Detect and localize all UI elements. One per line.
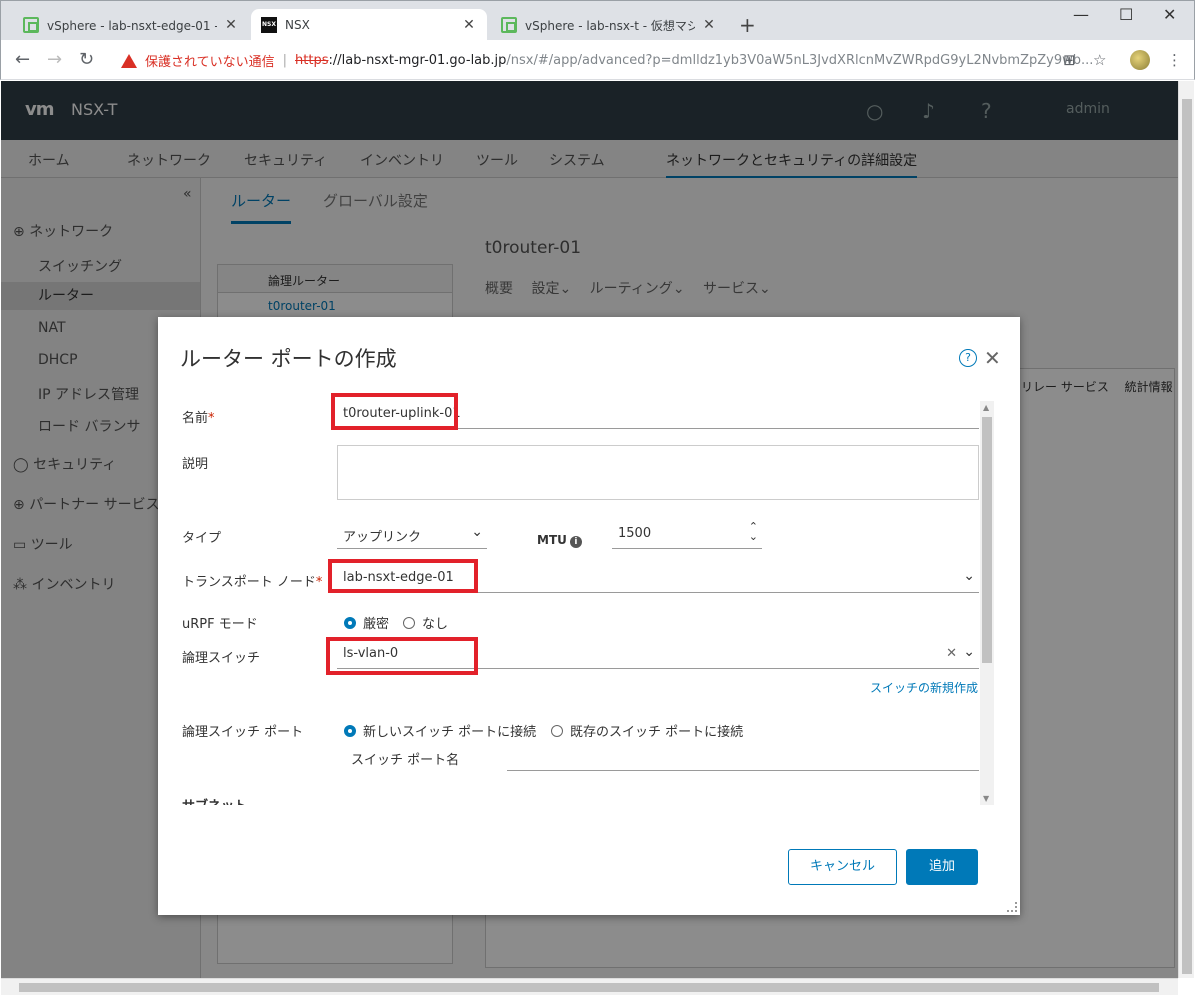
ls-port-new-label: 新しいスイッチ ポートに接続 [363, 725, 537, 740]
tab-title: NSX [285, 18, 310, 32]
ls-port-existing-radio[interactable]: 既存のスイッチ ポートに接続 [551, 721, 743, 740]
close-icon[interactable]: ✕ [701, 17, 717, 33]
create-new-switch-link[interactable]: スイッチの新規作成 [870, 679, 978, 696]
url-path: /nsx/#/app/advanced?p=dmlldz1yb3V0aW5nL3… [506, 53, 1094, 68]
radio-selected-icon [344, 616, 356, 629]
clear-icon[interactable]: ✕ [946, 646, 957, 661]
required-marker: * [315, 575, 323, 590]
stepper-arrows-icon[interactable]: ⌃ ⌄ [749, 521, 758, 542]
required-marker: * [208, 411, 215, 426]
browser-tab-vsphere-edge[interactable]: vSphere - lab-nsxt-edge-01 - サマ ✕ [13, 9, 249, 41]
chevron-down-icon: ⌄ [963, 644, 975, 660]
minimize-button[interactable]: — [1073, 5, 1089, 24]
scrollbar-thumb[interactable] [982, 417, 992, 663]
highlight-box [328, 559, 478, 593]
vsphere-icon [23, 17, 39, 33]
tab-title: vSphere - lab-nsxt-edge-01 - サマ [47, 18, 217, 33]
browser-tab-vsphere-vm[interactable]: vSphere - lab-nsx-t - 仮想マシン ✕ [491, 9, 727, 41]
ls-port-existing-label: 既存のスイッチ ポートに接続 [570, 725, 744, 740]
window-close-button[interactable]: ✕ [1163, 5, 1176, 24]
urpf-none-radio[interactable]: なし [403, 613, 448, 632]
bookmark-star-icon[interactable]: ☆ [1093, 51, 1106, 69]
warning-icon [121, 53, 137, 68]
close-icon[interactable]: ✕ [461, 17, 477, 33]
forward-icon[interactable]: → [47, 49, 62, 70]
tab-title: vSphere - lab-nsx-t - 仮想マシン [525, 18, 695, 33]
divider: | [282, 53, 288, 68]
add-button[interactable]: 追加 [906, 849, 978, 885]
logical-switch-port-label: 論理スイッチ ポート [182, 725, 304, 740]
name-label-text: 名前 [182, 411, 209, 426]
switch-port-name-input[interactable] [507, 741, 979, 771]
close-icon[interactable]: ✕ [223, 17, 239, 33]
radio-empty-icon [551, 724, 563, 737]
create-router-port-dialog: ルーター ポートの作成 ? ✕ 名前* t0router-uplink-01 説… [158, 317, 1020, 915]
switch-port-name-label: スイッチ ポート名 [351, 753, 460, 768]
nsx-icon: NSX [261, 17, 277, 33]
url-scheme: https [295, 53, 329, 68]
help-icon[interactable]: ? [959, 349, 977, 367]
info-icon[interactable]: i [569, 536, 582, 548]
browser-tab-bar: vSphere - lab-nsxt-edge-01 - サマ ✕ NSX NS… [0, 0, 1195, 41]
security-warning[interactable]: 保護されていない通信 [145, 51, 275, 70]
reload-icon[interactable]: ↻ [79, 49, 94, 70]
browser-tab-nsx[interactable]: NSX NSX ✕ [251, 9, 487, 41]
resize-handle[interactable] [1007, 902, 1017, 912]
scrollbar-thumb[interactable] [19, 983, 1159, 992]
highlight-box [326, 637, 478, 675]
cancel-button[interactable]: キャンセル [788, 849, 897, 885]
urpf-label: uRPF モード [182, 617, 258, 632]
page-scrollbar-vertical[interactable] [1178, 81, 1194, 978]
new-tab-button[interactable]: + [739, 13, 756, 37]
scroll-up-icon[interactable]: ▲ [983, 403, 989, 412]
type-label: タイプ [182, 531, 222, 546]
maximize-button[interactable]: ☐ [1119, 5, 1133, 24]
url-input[interactable]: 保護されていない通信 | https ://lab-nsxt-mgr-01.go… [111, 47, 1119, 74]
type-select[interactable]: アップリンク ⌄ [337, 519, 487, 549]
back-icon[interactable]: ← [15, 49, 30, 70]
highlight-box [331, 393, 458, 430]
urpf-strict-label: 厳密 [363, 617, 390, 632]
dialog-body: 名前* t0router-uplink-01 説明 タイプ アップリンク ⌄ MT… [158, 397, 998, 805]
radio-empty-icon [403, 616, 415, 629]
name-label: 名前* [182, 407, 215, 426]
logical-switch-label: 論理スイッチ [182, 651, 261, 666]
mtu-label-text: MTU [537, 533, 567, 547]
mtu-value: 1500 [618, 526, 652, 541]
scroll-down-icon[interactable]: ▼ [983, 794, 989, 803]
scrollbar-thumb[interactable] [1182, 99, 1192, 974]
subnet-section-label: サブネット [182, 795, 247, 805]
transport-node-label: トランスポート ノード* [182, 571, 322, 590]
type-select-value: アップリンク [343, 530, 422, 545]
radio-selected-icon [344, 724, 356, 737]
description-label: 説明 [182, 457, 209, 472]
chevron-down-icon: ⌄ [963, 568, 975, 584]
ls-port-new-radio[interactable]: 新しいスイッチ ポートに接続 [344, 721, 536, 740]
browser-address-bar: ← → ↻ 保護されていない通信 | https ://lab-nsxt-mgr… [0, 40, 1195, 80]
page-scrollbar-horizontal[interactable] [1, 978, 1178, 995]
dialog-scrollbar[interactable]: ▲ ▼ [980, 401, 994, 805]
profile-avatar[interactable] [1130, 50, 1150, 70]
dialog-title: ルーター ポートの作成 [180, 347, 397, 371]
translate-icon[interactable]: ⊞ [1063, 51, 1076, 69]
urpf-none-label: なし [422, 617, 449, 632]
mtu-stepper[interactable]: 1500 ⌃ ⌄ [612, 519, 762, 549]
urpf-strict-radio[interactable]: 厳密 [344, 613, 389, 632]
url-host: ://lab-nsxt-mgr-01.go-lab.jp [328, 53, 507, 68]
vsphere-icon [501, 17, 517, 33]
mtu-label: MTU i [537, 533, 582, 548]
description-textarea[interactable] [337, 445, 979, 500]
close-icon[interactable]: ✕ [984, 346, 1001, 370]
menu-kebab-icon[interactable]: ⋮ [1167, 51, 1182, 69]
transport-node-label-text: トランスポート ノード [182, 575, 316, 590]
chevron-down-icon: ⌄ [471, 524, 483, 540]
